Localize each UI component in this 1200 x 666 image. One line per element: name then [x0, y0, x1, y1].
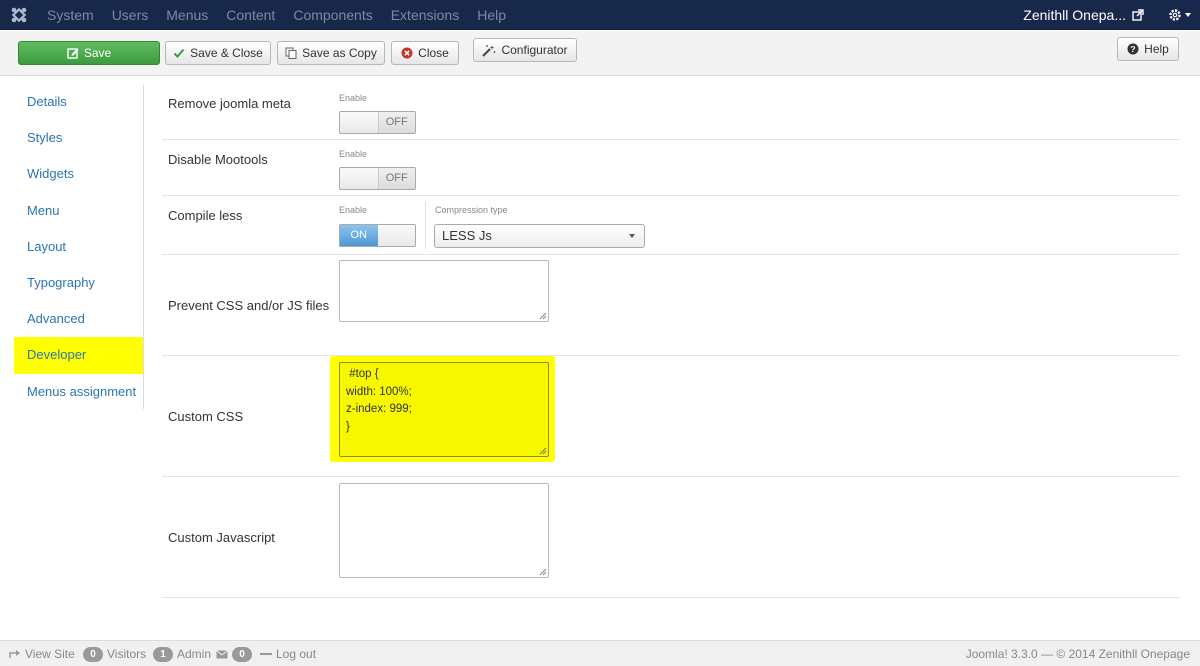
resize-grip-icon[interactable]	[539, 447, 547, 455]
visitors-label: Visitors	[107, 647, 147, 661]
toolbar: Save Save & Close Save as Copy Close Con…	[0, 31, 1200, 76]
settings-gear-icon[interactable]	[1160, 0, 1200, 30]
code-line: z-index: 999;	[346, 403, 412, 415]
toggle-knob	[340, 112, 378, 133]
visitors-status: 0 Visitors	[83, 641, 146, 666]
resize-grip-icon[interactable]	[539, 568, 547, 576]
help-button[interactable]: ? Help	[1117, 37, 1179, 61]
version-text: Joomla! 3.3.0 — © 2014 Zenithll Onepage	[965, 647, 1190, 661]
visitors-count-badge: 0	[83, 646, 103, 662]
question-circle-icon: ?	[1127, 43, 1139, 55]
share-arrow-icon	[9, 650, 20, 658]
remove-meta-caption: Enable	[339, 93, 368, 103]
row-divider	[162, 355, 1180, 356]
save-copy-label: Save as Copy	[302, 46, 377, 60]
view-site-label: View Site	[25, 647, 75, 661]
custom-js-label: Custom Javascript	[168, 530, 275, 545]
close-label: Close	[418, 46, 449, 60]
caret-down-icon	[629, 234, 635, 238]
joomla-logo-icon[interactable]	[0, 0, 38, 30]
tab-menu[interactable]: Menu	[14, 193, 144, 229]
menu-extensions[interactable]: Extensions	[382, 0, 468, 30]
messages-status[interactable]: 0	[216, 641, 252, 666]
magic-wand-icon	[482, 44, 496, 57]
copy-icon	[285, 47, 297, 59]
compile-less-caption: Enable	[339, 205, 368, 215]
external-link-icon	[1132, 9, 1144, 21]
save-label: Save	[83, 46, 112, 60]
row-divider	[162, 139, 1180, 140]
status-footer: View Site 0 Visitors 1 Admin 0 Log out J…	[0, 640, 1200, 666]
tab-layout[interactable]: Layout	[14, 229, 144, 265]
menu-content[interactable]: Content	[217, 0, 284, 30]
menu-components[interactable]: Components	[284, 0, 381, 30]
minus-icon	[260, 653, 272, 655]
close-circle-icon	[401, 47, 413, 59]
row-divider	[162, 254, 1180, 255]
top-navbar: System Users Menus Content Components Ex…	[0, 0, 1200, 30]
menu-menus[interactable]: Menus	[157, 0, 217, 30]
toggle-knob	[378, 225, 416, 246]
tab-developer[interactable]: Developer	[14, 337, 144, 374]
close-button[interactable]: Close	[391, 41, 459, 65]
code-line: width: 100%;	[346, 385, 412, 398]
prevent-files-textarea[interactable]	[339, 260, 549, 322]
admin-count-badge: 1	[153, 646, 173, 662]
tab-widgets[interactable]: Widgets	[14, 156, 144, 192]
code-line: }	[346, 420, 350, 433]
logout-link[interactable]: Log out	[260, 641, 316, 666]
prevent-files-label: Prevent CSS and/or JS files	[168, 298, 330, 313]
toggle-state: OFF	[377, 168, 415, 189]
menu-help[interactable]: Help	[468, 0, 515, 30]
compile-less-label: Compile less	[168, 208, 243, 223]
row-divider	[162, 476, 1180, 477]
admin-status: 1 Admin	[153, 641, 211, 666]
toggle-state: OFF	[377, 112, 415, 133]
envelope-icon	[216, 649, 228, 658]
disable-mootools-toggle[interactable]: OFF	[339, 167, 416, 190]
save-close-label: Save & Close	[190, 46, 263, 60]
admin-label: Admin	[177, 647, 212, 661]
save-close-button[interactable]: Save & Close	[165, 41, 271, 65]
row-divider	[162, 195, 1180, 196]
tab-details[interactable]: Details	[14, 84, 144, 120]
check-icon	[173, 48, 185, 58]
site-name-link[interactable]: Zenithll Onepa...	[1023, 7, 1132, 23]
remove-meta-label: Remove joomla meta	[168, 96, 291, 111]
help-label: Help	[1144, 42, 1169, 56]
resize-grip-icon[interactable]	[539, 312, 547, 320]
compile-less-toggle[interactable]: ON	[339, 224, 416, 247]
tab-styles[interactable]: Styles	[14, 120, 144, 156]
compression-type-caption: Compression type	[435, 205, 508, 215]
compression-type-select[interactable]: LESS Js	[434, 224, 645, 248]
svg-text:?: ?	[1131, 44, 1136, 54]
toggle-state: ON	[340, 225, 378, 246]
disable-mootools-label: Disable Mootools	[168, 152, 268, 167]
custom-css-label: Custom CSS	[168, 409, 244, 424]
configurator-label: Configurator	[501, 43, 568, 57]
save-copy-button[interactable]: Save as Copy	[277, 41, 385, 65]
menu-users[interactable]: Users	[103, 0, 158, 30]
code-line: #top {	[346, 368, 379, 380]
toggle-knob	[340, 168, 378, 189]
view-site-link[interactable]: View Site	[9, 641, 75, 666]
compression-type-value: LESS Js	[442, 228, 492, 243]
messages-count-badge: 0	[232, 646, 252, 662]
configurator-button[interactable]: Configurator	[473, 38, 577, 62]
row-divider	[162, 597, 1180, 598]
tab-menus-assignment[interactable]: Menus assignment	[14, 374, 144, 410]
disable-mootools-caption: Enable	[339, 149, 368, 159]
sidebar-divider	[143, 84, 144, 409]
custom-js-textarea[interactable]	[339, 483, 549, 578]
logout-label: Log out	[276, 647, 317, 661]
edit-icon	[67, 48, 79, 59]
tab-typography[interactable]: Typography	[14, 265, 144, 301]
remove-meta-toggle[interactable]: OFF	[339, 111, 416, 134]
save-button[interactable]: Save	[18, 41, 160, 65]
custom-css-textarea[interactable]: #top { width: 100%; z-index: 999; }	[339, 362, 549, 457]
column-divider	[425, 202, 426, 249]
menu-system[interactable]: System	[38, 0, 103, 30]
tab-advanced[interactable]: Advanced	[14, 301, 144, 337]
sidebar-tabs: Details Styles Widgets Menu Layout Typog…	[14, 84, 144, 410]
